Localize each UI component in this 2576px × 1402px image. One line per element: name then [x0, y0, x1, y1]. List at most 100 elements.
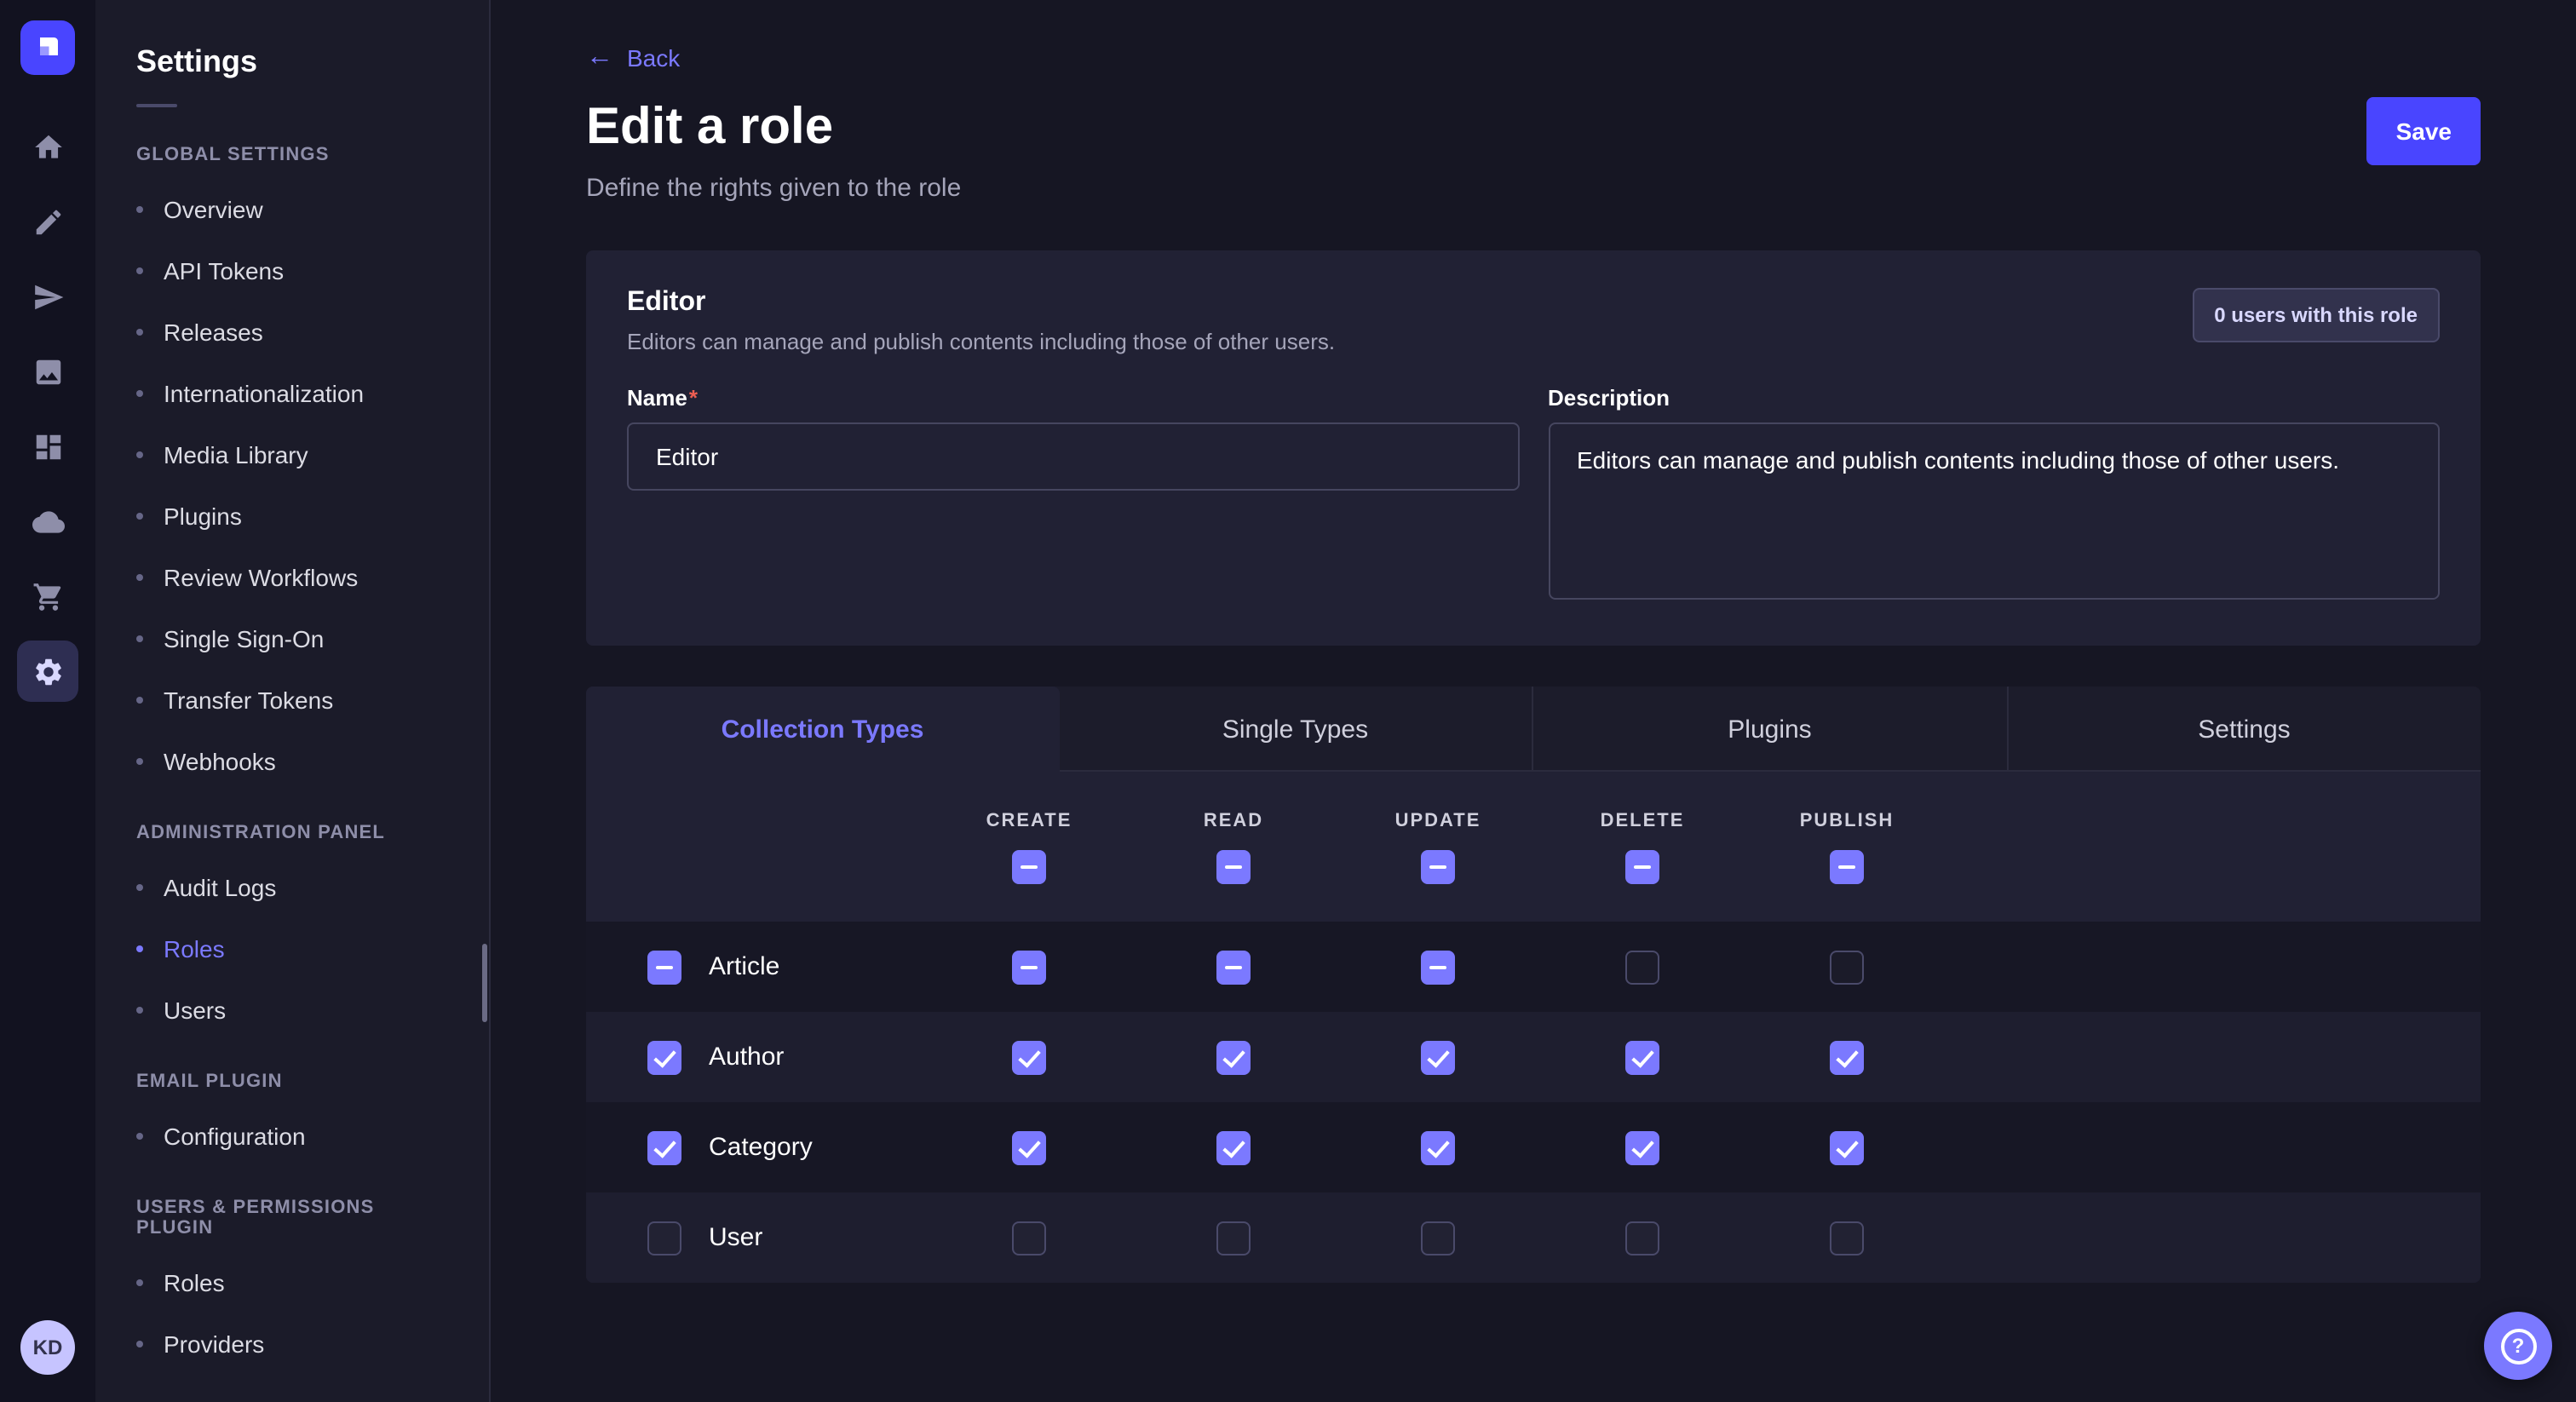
permission-row-article: Article	[586, 922, 2481, 1012]
tab-collection-types[interactable]: Collection Types	[586, 687, 1059, 773]
article-read-checkbox[interactable]	[1216, 950, 1251, 984]
avatar[interactable]: KD	[20, 1320, 75, 1375]
user-update-checkbox[interactable]	[1421, 1221, 1455, 1255]
sidebar-item-users[interactable]: Users	[95, 980, 489, 1041]
category-row-checkbox[interactable]	[647, 1130, 681, 1164]
sidebar-item-label: Single Sign-On	[164, 625, 324, 652]
settings-sidebar: Settings GLOBAL SETTINGSOverview API Toke…	[95, 0, 491, 1402]
sidebar-item-media-library[interactable]: Media Library	[95, 424, 489, 486]
sidebar-item-configuration[interactable]: Configuration	[95, 1106, 489, 1167]
sidebar-item-label: Audit Logs	[164, 874, 276, 901]
icon-rail: KD	[0, 0, 95, 1402]
sidebar-item-single-sign-on[interactable]: Single Sign-On	[95, 608, 489, 669]
help-button[interactable]: ?	[2484, 1312, 2552, 1380]
bullet-icon	[136, 1341, 143, 1347]
article-row-checkbox[interactable]	[647, 950, 681, 984]
media-library-icon[interactable]	[17, 341, 78, 402]
sidebar-sections: GLOBAL SETTINGSOverview API Tokens Release…	[95, 114, 489, 1375]
cell-article-read	[1131, 950, 1336, 984]
sidebar-scrollbar-thumb[interactable]	[482, 944, 487, 1022]
sidebar-item-providers[interactable]: Providers	[95, 1313, 489, 1375]
name-field-label: Name*	[627, 385, 1519, 411]
select-all-publish-checkbox[interactable]	[1830, 849, 1864, 883]
user-row-checkbox[interactable]	[647, 1221, 681, 1255]
content-manager-icon[interactable]	[17, 416, 78, 477]
user-publish-checkbox[interactable]	[1830, 1221, 1864, 1255]
select-all-delete-checkbox[interactable]	[1625, 849, 1659, 883]
row-label: User	[709, 1223, 762, 1252]
user-create-checkbox[interactable]	[1012, 1221, 1046, 1255]
sidebar-item-label: Internationalization	[164, 380, 364, 407]
app: KD Settings GLOBAL SETTINGSOverview API T…	[0, 0, 2576, 1402]
cell-author-delete	[1540, 1040, 1745, 1074]
select-all-update-checkbox[interactable]	[1421, 849, 1455, 883]
author-create-checkbox[interactable]	[1012, 1040, 1046, 1074]
author-row-checkbox[interactable]	[647, 1040, 681, 1074]
category-read-checkbox[interactable]	[1216, 1130, 1251, 1164]
sidebar-item-roles[interactable]: Roles	[95, 918, 489, 980]
select-all-create-checkbox[interactable]	[1012, 849, 1046, 883]
sidebar-item-internationalization[interactable]: Internationalization	[95, 363, 489, 424]
category-delete-checkbox[interactable]	[1625, 1130, 1659, 1164]
sidebar-item-review-workflows[interactable]: Review Workflows	[95, 547, 489, 608]
back-link[interactable]: ← Back	[586, 44, 680, 72]
sidebar-item-webhooks[interactable]: Webhooks	[95, 731, 489, 792]
content-type-builder-icon[interactable]	[17, 191, 78, 252]
author-update-checkbox[interactable]	[1421, 1040, 1455, 1074]
cell-user-update	[1336, 1221, 1540, 1255]
sidebar-item-plugins[interactable]: Plugins	[95, 486, 489, 547]
user-read-checkbox[interactable]	[1216, 1221, 1251, 1255]
sidebar-item-label: Configuration	[164, 1123, 306, 1150]
column-header-update: UPDATE	[1336, 810, 1540, 883]
cell-author-update	[1336, 1040, 1540, 1074]
sidebar-item-transfer-tokens[interactable]: Transfer Tokens	[95, 669, 489, 731]
icon-rail-items	[17, 116, 78, 702]
article-publish-checkbox[interactable]	[1830, 950, 1864, 984]
sidebar-item-label: API Tokens	[164, 257, 284, 284]
category-create-checkbox[interactable]	[1012, 1130, 1046, 1164]
settings-icon[interactable]	[17, 641, 78, 702]
tab-settings[interactable]: Settings	[2006, 687, 2481, 772]
sidebar-section-label-global-settings: GLOBAL SETTINGS	[95, 114, 489, 179]
tab-single-types[interactable]: Single Types	[1059, 687, 1532, 772]
bullet-icon	[136, 1007, 143, 1014]
description-textarea[interactable]: Editors can manage and publish contents …	[1548, 422, 2440, 600]
cell-author-publish	[1745, 1040, 1949, 1074]
bullet-icon	[136, 390, 143, 397]
sidebar-item-api-tokens[interactable]: API Tokens	[95, 240, 489, 302]
bullet-icon	[136, 267, 143, 274]
article-create-checkbox[interactable]	[1012, 950, 1046, 984]
category-publish-checkbox[interactable]	[1830, 1130, 1864, 1164]
select-all-read-checkbox[interactable]	[1216, 849, 1251, 883]
tab-plugins[interactable]: Plugins	[1532, 687, 2006, 772]
bullet-icon	[136, 635, 143, 642]
sidebar-item-overview[interactable]: Overview	[95, 179, 489, 240]
article-update-checkbox[interactable]	[1421, 950, 1455, 984]
article-delete-checkbox[interactable]	[1625, 950, 1659, 984]
permission-tabs: Collection TypesSingle TypesPluginsSetti…	[586, 687, 2481, 772]
save-button[interactable]: Save	[2367, 97, 2481, 165]
sidebar-item-roles[interactable]: Roles	[95, 1252, 489, 1313]
sidebar-item-label: Users	[164, 997, 226, 1024]
sidebar-item-audit-logs[interactable]: Audit Logs	[95, 857, 489, 918]
cloud-icon[interactable]	[17, 491, 78, 552]
sidebar-title: Settings	[95, 44, 489, 80]
deploy-icon[interactable]	[17, 266, 78, 327]
category-update-checkbox[interactable]	[1421, 1130, 1455, 1164]
bullet-icon	[136, 206, 143, 213]
bullet-icon	[136, 884, 143, 891]
bullet-icon	[136, 329, 143, 336]
user-delete-checkbox[interactable]	[1625, 1221, 1659, 1255]
name-input[interactable]	[627, 422, 1519, 491]
role-card-heading: Editor Editors can manage and publish co…	[627, 288, 1335, 354]
author-publish-checkbox[interactable]	[1830, 1040, 1864, 1074]
sidebar-divider	[136, 104, 177, 107]
strapi-logo[interactable]	[20, 20, 75, 75]
author-read-checkbox[interactable]	[1216, 1040, 1251, 1074]
home-icon[interactable]	[17, 116, 78, 177]
sidebar-item-releases[interactable]: Releases	[95, 302, 489, 363]
author-delete-checkbox[interactable]	[1625, 1040, 1659, 1074]
marketplace-icon[interactable]	[17, 566, 78, 627]
cell-category-create	[927, 1130, 1131, 1164]
cell-category-update	[1336, 1130, 1540, 1164]
